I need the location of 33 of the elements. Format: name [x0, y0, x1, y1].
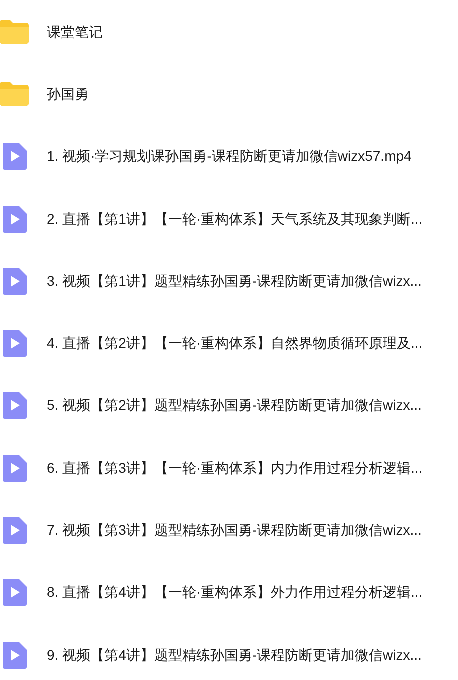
- video-file-icon: [3, 642, 27, 669]
- video-file-icon: [3, 579, 27, 606]
- file-item[interactable]: 1. 视频·学习规划课孙国勇-课程防断更请加微信wizx57.mp4: [0, 126, 458, 188]
- file-name: 1. 视频·学习规划课孙国勇-课程防断更请加微信wizx57.mp4: [47, 147, 412, 166]
- video-file-icon: [3, 268, 27, 295]
- file-item[interactable]: 9. 视频【第4讲】题型精练孙国勇-课程防断更请加微信wizx...: [0, 624, 458, 680]
- video-file-icon: [3, 330, 27, 358]
- video-file-icon: [3, 143, 27, 170]
- file-name: 6. 直播【第3讲】【一轮·重构体系】内力作用过程分析逻辑...: [47, 458, 423, 478]
- file-item[interactable]: 8. 直播【第4讲】【一轮·重构体系】外力作用过程分析逻辑...: [0, 562, 458, 624]
- file-item[interactable]: 4. 直播【第2讲】【一轮·重构体系】自然界物质循环原理及...: [0, 312, 458, 375]
- file-name: 8. 直播【第4讲】【一轮·重构体系】外力作用过程分析逻辑...: [47, 583, 423, 602]
- file-item[interactable]: 7. 视频【第3讲】题型精练孙国勇-课程防断更请加微信wizx...: [0, 499, 458, 562]
- file-name: 4. 直播【第2讲】【一轮·重构体系】自然界物质循环原理及...: [47, 334, 423, 354]
- file-name: 5. 视频【第2讲】题型精练孙国勇-课程防断更请加微信wizx...: [47, 396, 422, 416]
- file-item[interactable]: 5. 视频【第2讲】题型精练孙国勇-课程防断更请加微信wizx...: [0, 374, 458, 438]
- video-file-icon: [3, 454, 27, 482]
- file-item[interactable]: 3. 视频【第1讲】题型精练孙国勇-课程防断更请加微信wizx...: [0, 250, 458, 312]
- folder-icon: [0, 20, 29, 44]
- file-item[interactable]: 孙国勇: [0, 63, 458, 126]
- file-item[interactable]: 2. 直播【第1讲】【一轮·重构体系】天气系统及其现象判断...: [0, 188, 458, 250]
- file-name: 2. 直播【第1讲】【一轮·重构体系】天气系统及其现象判断...: [47, 210, 423, 229]
- video-file-icon: [3, 517, 27, 544]
- file-name: 7. 视频【第3讲】题型精练孙国勇-课程防断更请加微信wizx...: [47, 521, 422, 540]
- file-name: 9. 视频【第4讲】题型精练孙国勇-课程防断更请加微信wizx...: [47, 646, 422, 665]
- file-name: 孙国勇: [47, 84, 89, 104]
- file-item[interactable]: 课堂笔记: [0, 1, 458, 64]
- video-file-icon: [3, 392, 27, 420]
- file-name: 课堂笔记: [47, 22, 103, 42]
- file-item[interactable]: 6. 直播【第3讲】【一轮·重构体系】内力作用过程分析逻辑...: [0, 437, 458, 500]
- file-name: 3. 视频【第1讲】题型精练孙国勇-课程防断更请加微信wizx...: [47, 272, 422, 291]
- video-file-icon: [3, 206, 27, 233]
- folder-icon: [0, 82, 29, 106]
